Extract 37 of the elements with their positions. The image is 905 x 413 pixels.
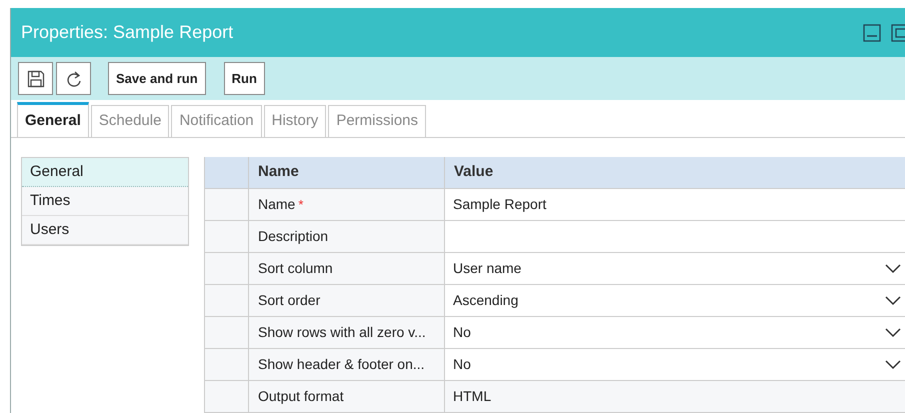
required-marker: *: [298, 196, 304, 214]
property-value[interactable]: Sample Report: [453, 194, 546, 215]
property-name-text: Show header & footer on...: [258, 355, 425, 374]
minimize-icon[interactable]: [863, 24, 881, 42]
tab[interactable]: Notification: [171, 105, 262, 137]
save-icon: [26, 70, 44, 88]
chevron-down-icon[interactable]: [885, 264, 901, 274]
property-name-text: Name: [258, 195, 296, 214]
property-name-text: Sort order: [258, 291, 320, 310]
tab[interactable]: Permissions: [328, 105, 426, 137]
property-value[interactable]: No: [453, 322, 471, 343]
property-name-text: Sort column: [258, 259, 333, 278]
property-name-text: Description: [258, 227, 328, 246]
refresh-button[interactable]: [56, 62, 91, 95]
maximize-icon[interactable]: [891, 24, 905, 42]
refresh-icon: [66, 70, 82, 88]
section-item[interactable]: General: [22, 158, 188, 187]
property-value[interactable]: Ascending: [453, 290, 518, 311]
save-button[interactable]: [18, 62, 53, 95]
section-item[interactable]: Users: [22, 216, 188, 245]
tab[interactable]: Schedule: [90, 105, 170, 137]
chevron-down-icon[interactable]: [885, 360, 901, 370]
window-title: Properties: Sample Report: [21, 21, 234, 44]
property-name-text: Output format: [258, 387, 344, 406]
chevron-down-icon[interactable]: [885, 296, 901, 306]
chevron-down-icon[interactable]: [885, 328, 901, 338]
section-item[interactable]: Times: [22, 187, 188, 216]
column-header: Value: [453, 162, 494, 182]
toolbar-button[interactable]: Save and run: [108, 62, 206, 95]
column-header: Name: [249, 157, 445, 188]
tab[interactable]: History: [264, 105, 326, 137]
toolbar-button[interactable]: Run: [224, 62, 265, 95]
property-value[interactable]: No: [453, 354, 471, 375]
tab[interactable]: General: [17, 102, 89, 137]
property-value[interactable]: HTML: [453, 386, 492, 407]
property-value[interactable]: User name: [453, 258, 522, 279]
property-name-text: Show rows with all zero v...: [258, 323, 426, 342]
